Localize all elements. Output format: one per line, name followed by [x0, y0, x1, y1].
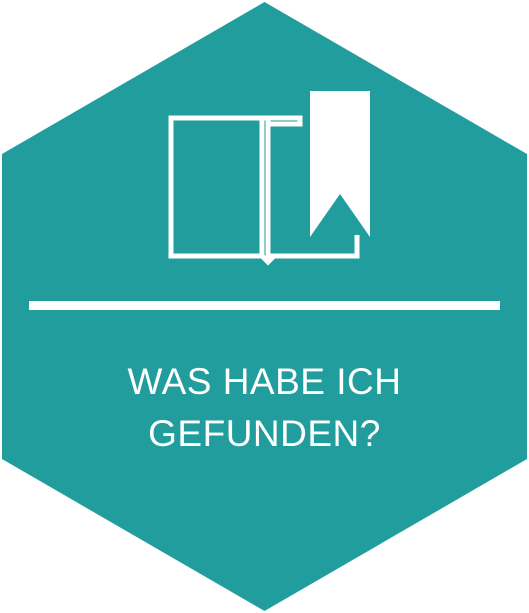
tile-caption: WAS HABE ICH GEFUNDEN? [0, 356, 529, 460]
tile-title-line-1: WAS HABE ICH [127, 361, 402, 402]
hexagon-tile: WAS HABE ICH GEFUNDEN? [0, 0, 529, 613]
tile-title-line-2: GEFUNDEN? [148, 413, 381, 454]
divider-line [29, 301, 500, 310]
hexagon-shape [2, 2, 527, 611]
